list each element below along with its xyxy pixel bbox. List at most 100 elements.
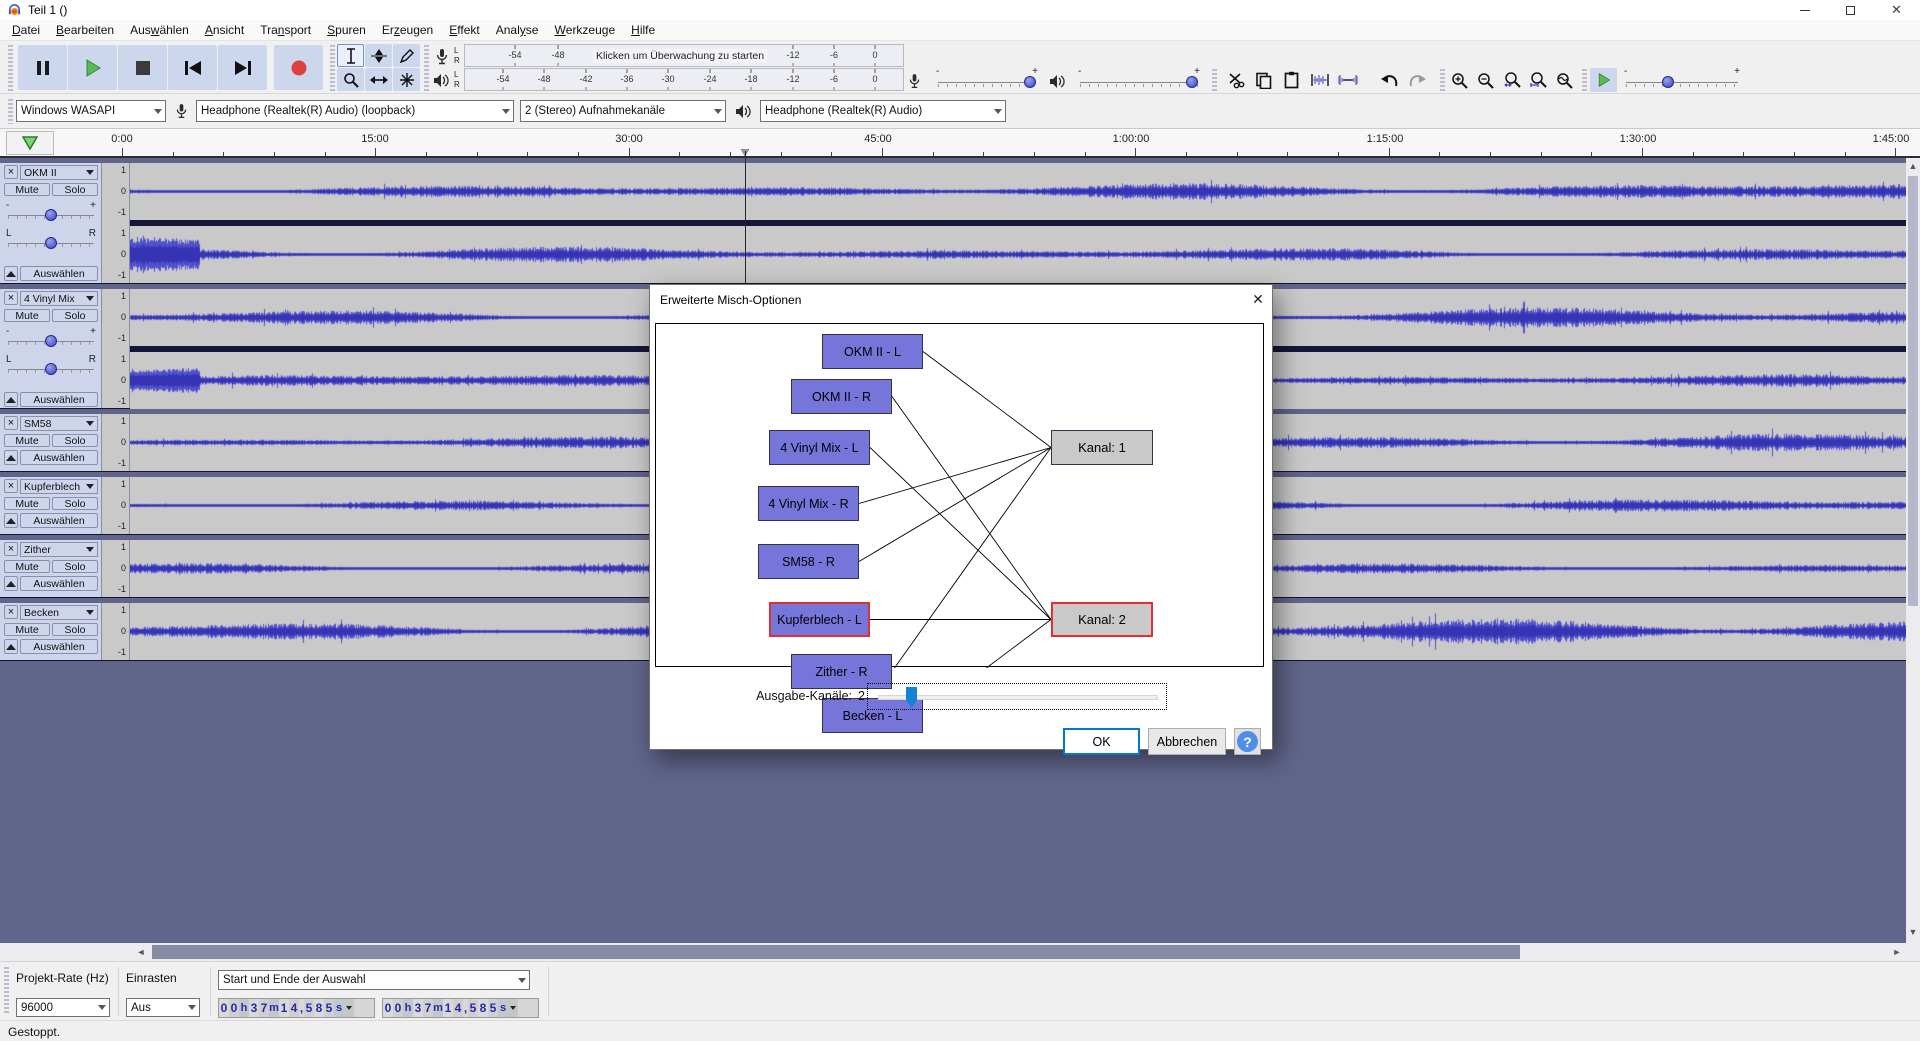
record-button[interactable]: [274, 45, 323, 90]
track-name-button[interactable]: OKM II: [20, 165, 98, 180]
zoom-in-button[interactable]: [1447, 68, 1472, 92]
collapse-button[interactable]: [4, 639, 18, 654]
gain-thumb[interactable]: [45, 335, 57, 347]
mute-button[interactable]: Mute: [4, 560, 50, 573]
tools-toolbar-grabber[interactable]: [330, 45, 335, 91]
mixing-diagram-panel[interactable]: OKM II - LOKM II - R4 Vinyl Mix - L4 Vin…: [655, 323, 1264, 667]
menu-item-transport[interactable]: Transport: [252, 20, 319, 40]
field-dropdown-arrow[interactable]: [508, 999, 518, 1017]
mute-button[interactable]: Mute: [4, 497, 50, 510]
playback-meter[interactable]: -54-48-42-36-30-24-18-12-60: [464, 68, 904, 91]
selection-mode-select[interactable]: Start und Ende der Auswahl: [218, 970, 530, 990]
track-control-panel[interactable]: ×BeckenMuteSoloAuswählen: [0, 603, 102, 660]
solo-button[interactable]: Solo: [52, 183, 98, 196]
selection-end-field[interactable]: 00h37m14,585s: [382, 998, 539, 1018]
track-control-panel[interactable]: ×4 Vinyl MixMuteSolo-+LRAuswählen: [0, 289, 102, 408]
mute-button[interactable]: Mute: [4, 434, 50, 447]
pan-slider[interactable]: LR: [4, 357, 98, 375]
horizontal-scroll-thumb[interactable]: [152, 945, 1520, 959]
timeshift-tool-button[interactable]: [365, 68, 392, 91]
snap-select[interactable]: Aus: [126, 998, 200, 1017]
gain-slider[interactable]: -+: [4, 329, 98, 347]
play-button[interactable]: [68, 45, 117, 90]
selection-toolbar-grabber[interactable]: [4, 967, 9, 1015]
mix-node-okm-ii-l[interactable]: OKM II - L: [822, 334, 923, 369]
track-name-button[interactable]: SM58: [20, 416, 98, 431]
maximize-button[interactable]: [1828, 0, 1873, 20]
collapse-button[interactable]: [4, 513, 18, 528]
trim-audio-button[interactable]: [1306, 68, 1333, 92]
minimize-button[interactable]: [1782, 0, 1827, 20]
close-track-button[interactable]: ×: [4, 605, 18, 619]
scroll-left-button[interactable]: ◄: [132, 943, 150, 961]
stop-button[interactable]: [118, 45, 167, 90]
zoom-toggle-button[interactable]: [1551, 68, 1576, 92]
select-button[interactable]: Auswählen: [20, 450, 98, 465]
solo-button[interactable]: Solo: [52, 623, 98, 636]
track-control-panel[interactable]: ×SM58MuteSoloAuswählen: [0, 414, 102, 471]
close-track-button[interactable]: ×: [4, 416, 18, 430]
collapse-button[interactable]: [4, 392, 18, 407]
play-at-speed-button[interactable]: [1590, 68, 1617, 92]
playback-device-select[interactable]: Headphone (Realtek(R) Audio): [760, 100, 1006, 122]
zoom-fit-button[interactable]: [1525, 68, 1550, 92]
select-button[interactable]: Auswählen: [20, 513, 98, 528]
playback-volume-thumb[interactable]: [1186, 76, 1198, 88]
slider-thumb[interactable]: [906, 687, 917, 708]
selection-start-field[interactable]: 00h37m14,585s: [218, 998, 375, 1018]
scroll-down-button[interactable]: ▼: [1906, 924, 1920, 940]
mute-button[interactable]: Mute: [4, 309, 50, 322]
pause-button[interactable]: [18, 45, 67, 90]
paste-button[interactable]: [1278, 68, 1305, 92]
dialog-close-button[interactable]: ✕: [1242, 285, 1274, 313]
draw-tool-button[interactable]: [393, 44, 420, 67]
transport-toolbar-grabber[interactable]: [8, 45, 13, 91]
track-name-button[interactable]: Zither: [20, 542, 98, 557]
menu-item-auswählen[interactable]: Auswählen: [122, 20, 197, 40]
mix-node-4-vinyl-mix-l[interactable]: 4 Vinyl Mix - L: [769, 430, 870, 465]
meter-toolbar-grabber[interactable]: [424, 45, 429, 91]
close-track-button[interactable]: ×: [4, 165, 18, 179]
track-name-button[interactable]: 4 Vinyl Mix: [20, 291, 98, 306]
project-rate-select[interactable]: 96000: [16, 998, 110, 1017]
play-speed-slider[interactable]: -+: [1624, 68, 1740, 92]
solo-button[interactable]: Solo: [52, 309, 98, 322]
track-name-button[interactable]: Becken: [20, 605, 98, 620]
mix-node-sm58-r[interactable]: SM58 - R: [758, 544, 859, 579]
gain-thumb[interactable]: [45, 209, 57, 221]
help-button[interactable]: ?: [1234, 728, 1261, 755]
scroll-up-button[interactable]: ▲: [1906, 158, 1920, 174]
menu-item-effekt[interactable]: Effekt: [441, 20, 487, 40]
monitoring-hint[interactable]: Klicken um Überwachung zu starten: [593, 49, 767, 63]
recording-meter[interactable]: -54-48-12-60Klicken um Überwachung zu st…: [464, 44, 904, 67]
field-dropdown-arrow[interactable]: [344, 999, 354, 1017]
output-channels-slider[interactable]: [867, 683, 1167, 710]
mix-node-kupferblech-l[interactable]: Kupferblech - L: [769, 602, 870, 637]
pan-thumb[interactable]: [45, 237, 57, 249]
undo-button[interactable]: [1376, 68, 1403, 92]
multi-tool-button[interactable]: [393, 68, 420, 91]
menu-item-spuren[interactable]: Spuren: [319, 20, 374, 40]
track-control-panel[interactable]: ×OKM IIMuteSolo-+LRAuswählen: [0, 163, 102, 283]
pin-playhead-button[interactable]: [6, 131, 54, 155]
playspeed-toolbar-grabber[interactable]: [1582, 69, 1587, 91]
track-control-panel[interactable]: ×KupferblechMuteSoloAuswählen: [0, 477, 102, 534]
ok-button[interactable]: OK: [1063, 728, 1140, 755]
menu-item-werkzeuge[interactable]: Werkzeuge: [546, 20, 623, 40]
vertical-scroll-thumb[interactable]: [1908, 176, 1918, 606]
recording-volume-slider[interactable]: -+: [936, 68, 1038, 92]
track-name-button[interactable]: Kupferblech: [20, 479, 98, 494]
mix-channel-node[interactable]: Kanal: 1: [1051, 430, 1153, 465]
select-button[interactable]: Auswählen: [20, 266, 98, 281]
waveform-canvas[interactable]: [130, 226, 1906, 283]
menu-item-bearbeiten[interactable]: Bearbeiten: [48, 20, 122, 40]
close-track-button[interactable]: ×: [4, 479, 18, 493]
recording-channels-select[interactable]: 2 (Stereo) Aufnahmekanäle: [520, 100, 726, 122]
playback-volume-slider[interactable]: -+: [1078, 68, 1200, 92]
collapse-button[interactable]: [4, 266, 18, 281]
selection-tool-button[interactable]: [337, 44, 364, 67]
zoom-tool-button[interactable]: [337, 68, 364, 91]
menu-item-erzeugen[interactable]: Erzeugen: [374, 20, 441, 40]
audio-host-select[interactable]: Windows WASAPI: [16, 100, 166, 122]
device-toolbar-grabber[interactable]: [8, 99, 13, 124]
